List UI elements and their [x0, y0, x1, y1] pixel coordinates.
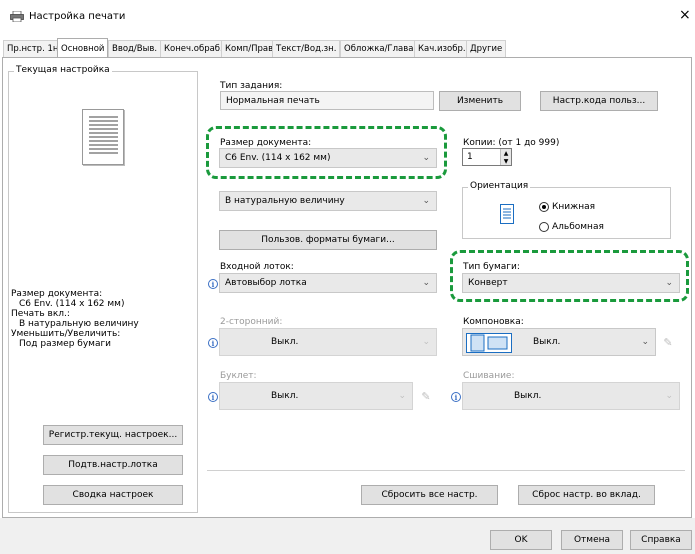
custom-paper-button[interactable]: Пользов. форматы бумаги...: [219, 230, 437, 250]
portrait-radio[interactable]: [539, 202, 549, 212]
stapling-value: Выкл.: [514, 391, 542, 401]
stepper-down-icon[interactable]: ▼: [500, 157, 511, 165]
stapling-label: Сшивание:: [463, 371, 515, 381]
tab-label: Комп/Прав: [225, 44, 274, 54]
input-tray-label: Входной лоток:: [220, 262, 294, 272]
job-type-field: Нормальная печать: [220, 91, 434, 110]
tab-label: Обложка/Глава: [344, 44, 414, 54]
tab-finishing[interactable]: Конеч.обраб.: [160, 40, 227, 57]
portrait-label: Книжная: [552, 202, 596, 212]
duplex-label: 2-сторонний:: [220, 317, 283, 327]
summary-line: Размер документа:: [11, 289, 103, 299]
info-icon: i: [208, 338, 218, 348]
tray-settings-button[interactable]: Подтв.настр.лотка: [43, 455, 183, 475]
radio-dot: [542, 205, 546, 209]
tab-label: Пр.нстр. 1н: [7, 44, 59, 54]
tab-layout[interactable]: Комп/Прав: [221, 40, 278, 57]
reset-tab-button[interactable]: Сброс настр. во вклад.: [518, 485, 655, 505]
ok-button[interactable]: OK: [490, 530, 552, 550]
input-tray-select[interactable]: Автовыбор лотка ⌄: [219, 273, 437, 293]
title-bar: Настройка печати ×: [0, 0, 695, 34]
tab-label: Основной: [61, 43, 105, 54]
chevron-down-icon: ⌄: [422, 337, 430, 347]
change-job-button[interactable]: Изменить: [439, 91, 521, 111]
layout-value: Выкл.: [533, 337, 561, 347]
chevron-down-icon: ⌄: [665, 391, 673, 401]
copies-label: Копии: (от 1 до 999): [463, 138, 560, 148]
tab-basic[interactable]: Основной: [57, 38, 109, 58]
pencil-icon[interactable]: ✎: [659, 331, 677, 353]
scale-value: В натуральную величину: [225, 196, 345, 206]
help-button[interactable]: Справка: [630, 530, 692, 550]
chevron-down-icon: ⌄: [641, 337, 649, 347]
chevron-down-icon: ⌄: [398, 391, 406, 401]
summary-line: В натуральную величину: [19, 319, 139, 329]
landscape-radio[interactable]: [539, 222, 549, 232]
tab-label: Другие: [470, 44, 503, 54]
tab-input-output[interactable]: Ввод/Выв.: [108, 40, 162, 57]
cancel-button[interactable]: Отмена: [561, 530, 623, 550]
reset-all-button[interactable]: Сбросить все настр.: [361, 485, 498, 505]
orientation-title: Ориентация: [468, 181, 531, 191]
window-title: Настройка печати: [29, 11, 126, 22]
stapling-select[interactable]: Выкл. ⌄: [462, 382, 680, 410]
tab-text-watermark[interactable]: Текст/Вод.зн.: [272, 40, 341, 57]
booklet-value: Выкл.: [271, 391, 299, 401]
job-type-value: Нормальная печать: [226, 95, 320, 106]
layout-select[interactable]: Выкл. ⌄: [462, 328, 656, 356]
close-icon[interactable]: ×: [679, 7, 691, 23]
chevron-down-icon: ⌄: [422, 196, 430, 206]
doc-size-highlight: [206, 126, 447, 179]
job-type-label: Тип задания:: [220, 81, 283, 91]
portrait-page-icon: [500, 204, 514, 224]
user-code-button[interactable]: Настр.кода польз...: [540, 91, 658, 111]
register-settings-button[interactable]: Регистр.текущ. настроек...: [43, 425, 183, 445]
tab-label: Конеч.обраб.: [164, 44, 223, 54]
tab-image-quality[interactable]: Кач.изобр.: [414, 40, 470, 57]
summary-line: Уменьшить/Увеличить:: [11, 329, 121, 339]
document-preview: [82, 109, 124, 165]
tab-label: Кач.изобр.: [418, 44, 466, 54]
tab-label: Ввод/Выв.: [112, 44, 158, 54]
info-icon: i: [208, 392, 218, 402]
chevron-down-icon: ⌄: [422, 278, 430, 288]
info-icon: i: [451, 392, 461, 402]
current-settings-title: Текущая настройка: [14, 65, 112, 75]
scale-select[interactable]: В натуральную величину ⌄: [219, 191, 437, 211]
duplex-select[interactable]: Выкл. ⌄: [219, 328, 437, 356]
layout-pages-icon: [466, 333, 512, 353]
tab-cover-chapter[interactable]: Обложка/Глава: [340, 40, 418, 57]
input-tray-value: Автовыбор лотка: [225, 278, 307, 288]
layout-label: Компоновка:: [463, 317, 524, 327]
printer-icon: [10, 10, 24, 23]
settings-summary-button[interactable]: Сводка настроек: [43, 485, 183, 505]
booklet-select[interactable]: Выкл. ⌄: [219, 382, 413, 410]
summary-line: Под размер бумаги: [19, 339, 112, 349]
tab-other[interactable]: Другие: [466, 40, 507, 57]
pencil-icon[interactable]: ✎: [417, 385, 435, 407]
landscape-label: Альбомная: [552, 222, 604, 232]
tab-quick-setup[interactable]: Пр.нстр. 1н: [3, 40, 63, 57]
copies-value: 1: [467, 152, 473, 162]
preview-content: [89, 116, 118, 156]
stepper-up-icon[interactable]: ▲: [500, 149, 511, 157]
separator: [207, 470, 685, 471]
info-icon: i: [208, 279, 218, 289]
booklet-label: Буклет:: [220, 371, 257, 381]
summary-line: Печать вкл.:: [11, 309, 70, 319]
duplex-value: Выкл.: [271, 337, 299, 347]
paper-type-highlight: [450, 250, 689, 302]
copies-stepper[interactable]: 1 ▲ ▼: [462, 148, 512, 166]
tab-label: Текст/Вод.зн.: [276, 44, 337, 54]
summary-line: C6 Env. (114 x 162 мм): [19, 299, 125, 309]
